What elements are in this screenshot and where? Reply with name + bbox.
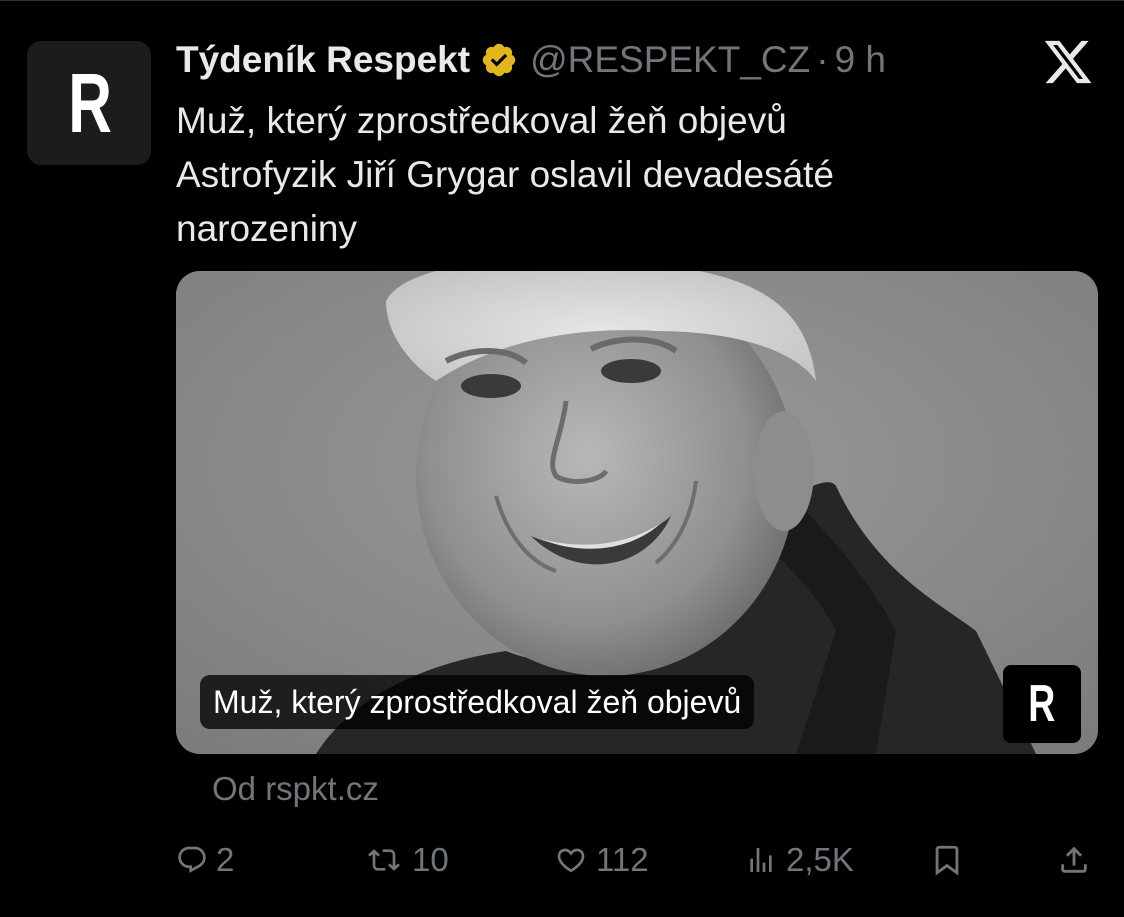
author-handle[interactable]: @RESPEKT_CZ: [530, 39, 810, 81]
tweet-timestamp[interactable]: 9 h: [835, 39, 886, 81]
card-caption: Muž, který zprostředkoval žeň objevů: [200, 675, 755, 729]
author-avatar[interactable]: R: [27, 41, 151, 165]
bookmark-button[interactable]: [930, 832, 964, 888]
card-publisher-logo: R: [1003, 665, 1081, 743]
like-count: 112: [596, 841, 649, 878]
tweet-text-line: Muž, který zprostředkoval žeň objevů: [176, 100, 787, 141]
top-divider: [0, 0, 1124, 1]
card-source-link[interactable]: Od rspkt.cz: [212, 770, 379, 808]
share-button[interactable]: [1057, 832, 1091, 888]
card-logo-letter: R: [1028, 675, 1056, 733]
share-icon: [1061, 846, 1087, 873]
action-bar: 2 10 112 2,5K: [0, 832, 1124, 888]
heart-icon: [557, 848, 585, 873]
verified-badge-icon[interactable]: [480, 41, 518, 79]
views-count: 2,5K: [786, 841, 854, 878]
header-separator: ·: [816, 39, 829, 80]
author-display-name[interactable]: Týdeník Respekt: [176, 39, 470, 81]
views-icon: [750, 848, 772, 872]
tweet-text-line: narozeniny: [176, 208, 358, 249]
repost-button[interactable]: 10: [364, 832, 449, 888]
repost-count: 10: [412, 841, 449, 878]
tweet-text-line: Astrofyzik Jiří Grygar oslavil devadesát…: [176, 154, 835, 195]
reply-button[interactable]: 2: [176, 832, 234, 888]
tweet-header: Týdeník Respekt @RESPEKT_CZ · 9 h: [176, 37, 886, 83]
reply-count: 2: [216, 841, 235, 878]
link-card[interactable]: Muž, který zprostředkoval žeň objevů R: [176, 271, 1098, 754]
views-button[interactable]: 2,5K: [744, 832, 854, 888]
avatar-logo-letter: R: [67, 56, 112, 150]
like-button[interactable]: 112: [554, 832, 649, 888]
reply-icon: [178, 846, 206, 873]
repost-icon: [368, 849, 400, 871]
x-logo-icon[interactable]: [1042, 36, 1094, 88]
bookmark-icon: [935, 845, 959, 876]
tweet-text: Muž, který zprostředkoval žeň objevů Ast…: [176, 94, 1076, 256]
